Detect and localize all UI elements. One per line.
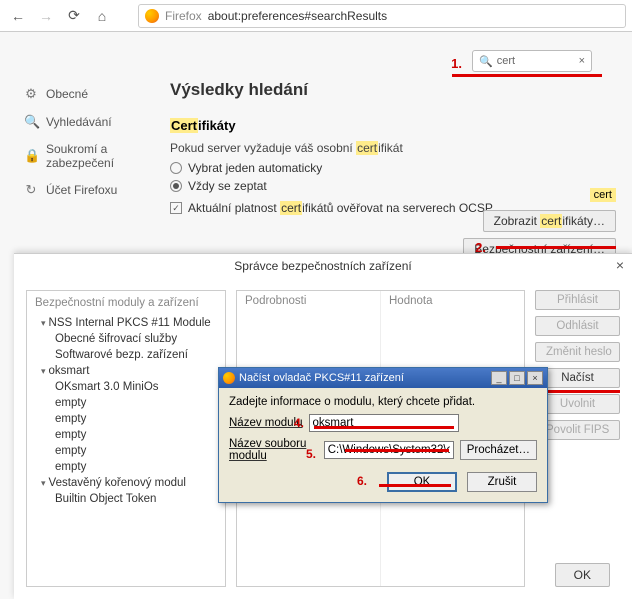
search-icon: 🔍	[24, 114, 38, 130]
security-devices-dialog: Správce bezpečnostních zařízení × Bezpeč…	[14, 253, 632, 599]
checkbox-label: Aktuální platnost certifikátů ověřovat n…	[188, 201, 493, 215]
sidebar-item-label: Vyhledávání	[46, 115, 112, 129]
annotation-6-underline	[379, 484, 451, 487]
pkcs-dialog-title: Načíst ovladač PKCS#11 zařízení	[239, 372, 404, 384]
tree-item[interactable]: Vestavěný kořenový modul	[27, 475, 225, 491]
tree-header: Bezpečnostní moduly a zařízení	[27, 295, 225, 315]
logout-button[interactable]: Odhlásit	[535, 316, 620, 336]
sidebar-item-account[interactable]: ↻ Účet Firefoxu	[24, 176, 154, 204]
certificates-heading: Certifikáty	[170, 118, 616, 133]
minimize-button[interactable]: _	[491, 371, 507, 385]
url-path: about:preferences#searchResults	[208, 9, 387, 23]
close-button[interactable]: ×	[527, 371, 543, 385]
close-icon[interactable]: ×	[616, 257, 624, 273]
maximize-button[interactable]: □	[509, 371, 525, 385]
checkbox-icon: ✓	[170, 202, 182, 214]
sidebar-item-general[interactable]: ⚙ Obecné	[24, 80, 154, 108]
annotation-6: 6.	[357, 474, 367, 488]
reload-button[interactable]: ⟳	[62, 4, 86, 28]
dialog-ok-footer: OK	[555, 563, 610, 587]
module-name-label: Název modulu	[229, 417, 303, 429]
tree-item[interactable]: empty	[27, 459, 225, 475]
module-name-input[interactable]	[309, 414, 459, 432]
clear-search-icon[interactable]: ×	[579, 55, 585, 67]
login-button[interactable]: Přihlásit	[535, 290, 620, 310]
forward-button[interactable]: →	[34, 4, 58, 28]
pkcs-intro: Zadejte informace o modulu, který chcete…	[229, 396, 537, 408]
change-password-button[interactable]: Změnit heslo	[535, 342, 620, 362]
certificates-description: Pokud server vyžaduje váš osobní certifi…	[170, 141, 616, 155]
url-bar[interactable]: Firefox about:preferences#searchResults	[138, 4, 626, 28]
lock-icon: 🔒	[24, 148, 38, 164]
cert-select-auto-radio[interactable]: Vybrat jeden automaticky	[170, 161, 616, 175]
tree-item[interactable]: Obecné šifrovací služby	[27, 331, 225, 347]
dialog-title: Správce bezpečnostních zařízení	[234, 259, 411, 273]
cert-highlight-tag: cert	[590, 188, 616, 202]
tree-item[interactable]: OKsmart 3.0 MiniOs	[27, 379, 225, 395]
annotation-5-underline	[345, 449, 449, 452]
radio-icon	[170, 180, 182, 192]
browse-button[interactable]: Procházet…	[460, 440, 537, 460]
annotation-1: 1.	[451, 56, 462, 71]
module-file-label: Název souboru modulu	[229, 438, 318, 462]
gear-icon: ⚙	[24, 86, 38, 102]
search-value: cert	[497, 55, 515, 67]
tree-item[interactable]: empty	[27, 411, 225, 427]
load-pkcs11-dialog: Načíst ovladač PKCS#11 zařízení _ □ × Za…	[218, 367, 548, 503]
search-icon: 🔍	[479, 55, 493, 68]
annotation-3-underline	[536, 390, 620, 393]
annotation-5: 5.	[306, 447, 316, 461]
tree-item[interactable]: Softwarové bezp. zařízení	[27, 347, 225, 363]
annotation-4-underline	[314, 426, 454, 429]
tree-item[interactable]: NSS Internal PKCS #11 Module	[27, 315, 225, 331]
sidebar-item-label: Obecné	[46, 87, 88, 101]
dialog-ok-button[interactable]: OK	[555, 563, 610, 587]
url-scheme-label: Firefox	[165, 9, 202, 23]
sidebar-item-privacy[interactable]: 🔒 Soukromí a zabezpečení	[24, 136, 154, 176]
firefox-icon	[223, 372, 235, 384]
browser-toolbar: ← → ⟳ ⌂ Firefox about:preferences#search…	[0, 0, 632, 32]
back-button[interactable]: ←	[6, 4, 30, 28]
sync-icon: ↻	[24, 182, 38, 198]
sidebar-item-label: Soukromí a zabezpečení	[46, 142, 154, 170]
preferences-main: Výsledky hledání Certifikáty Pokud serve…	[170, 80, 616, 219]
page-title: Výsledky hledání	[170, 80, 616, 100]
sidebar-item-label: Účet Firefoxu	[46, 183, 117, 197]
cancel-button[interactable]: Zrušit	[467, 472, 537, 492]
annotation-2-underline	[496, 246, 616, 249]
tree-item[interactable]: empty	[27, 427, 225, 443]
annotation-1-underline	[452, 74, 602, 77]
view-certificates-button[interactable]: Zobrazit certifikáty…	[483, 210, 616, 232]
tree-item[interactable]: oksmart	[27, 363, 225, 379]
home-button[interactable]: ⌂	[90, 4, 114, 28]
tree-item[interactable]: Builtin Object Token	[27, 491, 225, 507]
preferences-search-input[interactable]: 🔍 cert ×	[472, 50, 592, 72]
firefox-icon	[145, 9, 159, 23]
tree-item[interactable]: empty	[27, 443, 225, 459]
radio-icon	[170, 162, 182, 174]
ok-button[interactable]: OK	[387, 472, 457, 492]
annotation-4: 4.	[294, 416, 304, 430]
radio-label: Vybrat jeden automaticky	[188, 161, 322, 175]
device-tree[interactable]: Bezpečnostní moduly a zařízení NSS Inter…	[26, 290, 226, 587]
certificates-side-buttons: cert Zobrazit certifikáty… Bezpečnostní …	[463, 188, 616, 260]
sidebar-item-search[interactable]: 🔍 Vyhledávání	[24, 108, 154, 136]
tree-item[interactable]: empty	[27, 395, 225, 411]
preferences-sidebar: ⚙ Obecné 🔍 Vyhledávání 🔒 Soukromí a zabe…	[24, 80, 154, 204]
radio-label: Vždy se zeptat	[188, 179, 267, 193]
